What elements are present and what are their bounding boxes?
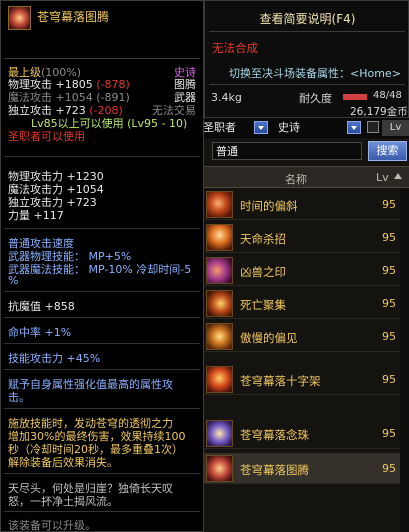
skill-attack: 技能攻击力 +45% (8, 352, 101, 365)
item-icon (206, 224, 233, 251)
rarity-select-value: 史诗 (278, 121, 300, 134)
item-icon (206, 455, 233, 482)
column-header-lv[interactable]: Lv (376, 171, 389, 184)
list-header: 名称 Lv (200, 166, 409, 188)
item-list-window: 圣职者 史诗 Lv 搜索 名称 Lv 时间的偏斜 95 天命杀招 95 凶兽之印… (200, 118, 409, 532)
skill-mag: 武器魔法技能： MP-10% 冷却时间-5 (8, 263, 192, 276)
item-icon (206, 323, 233, 350)
list-item[interactable]: 死亡聚集 95 (200, 288, 409, 319)
list-item-name: 苍穹幕落图腾 (240, 463, 309, 477)
divider (4, 291, 200, 292)
list-item-name: 死亡聚集 (240, 298, 286, 312)
list-item-lv: 95 (382, 264, 396, 277)
sort-arrow-icon[interactable] (394, 173, 402, 179)
column-header-name[interactable]: 名称 (285, 171, 307, 187)
divider (4, 58, 200, 59)
list-item-selected[interactable]: 苍穹幕落图腾 95 (200, 453, 409, 484)
divider (209, 31, 405, 32)
divider (4, 511, 200, 512)
list-item-name: 时间的偏斜 (240, 199, 298, 213)
lv-filter-toggle[interactable]: Lv (382, 120, 409, 136)
item-icon (206, 257, 233, 284)
filter-row: 圣职者 史诗 Lv (200, 118, 409, 138)
search-row: 搜索 (200, 140, 409, 162)
skill-mag-continued: % (8, 274, 19, 287)
enchant-desc-line1: 赋予自身属性强化值最高的属性攻 (8, 378, 173, 391)
pvp-stats-hint: 切换至决斗场装备属性：<Home> (229, 67, 401, 80)
search-input[interactable] (212, 142, 362, 160)
list-item-lv: 95 (382, 330, 396, 343)
list-item-name: 天命杀招 (240, 232, 286, 246)
item-tooltip: 苍穹幕落图腾 最上级(100%) 史诗 物理攻击 +1805 (-878) 图腾… (0, 0, 204, 532)
divider (4, 228, 200, 229)
list-item[interactable]: 天命杀招 95 (200, 222, 409, 253)
item-icon (206, 420, 233, 447)
list-item-name: 苍穹幕落十字架 (240, 374, 321, 388)
list-item[interactable]: 苍穹幕落十字架 95 (200, 364, 409, 395)
item-price: 26,179金币 (350, 106, 408, 118)
compare-tooltip: 查看简要说明(F4) 无法合成 切换至决斗场装备属性：<Home> 3.4kg … (204, 0, 409, 118)
class-requirement: 圣职者可以使用 (8, 130, 85, 143)
upgrade-note: 该装备可以升级。 (8, 519, 96, 532)
class-select-dropdown-icon[interactable] (254, 121, 268, 134)
search-button[interactable]: 搜索 (368, 141, 407, 161)
rarity-select-dropdown-icon[interactable] (347, 121, 361, 134)
list-item[interactable]: 苍穹幕落念珠 95 (200, 418, 409, 449)
flavor-line2: 怒，一抔净土揭风流。 (8, 495, 118, 508)
list-item[interactable]: 时间的偏斜 95 (200, 189, 409, 220)
durability-bar-fill (343, 94, 367, 100)
list-item[interactable]: 傲慢的偏见 95 (200, 321, 409, 352)
item-name: 苍穹幕落图腾 (37, 10, 110, 24)
divider (4, 473, 200, 474)
list-item[interactable]: 凶兽之印 95 (200, 255, 409, 286)
list-item-name: 苍穹幕落念珠 (240, 428, 309, 442)
lv-filter-checkbox[interactable] (367, 121, 379, 133)
divider (4, 317, 200, 318)
list-item-lv: 95 (382, 231, 396, 244)
stat-strength: 力量 +117 (8, 209, 64, 222)
list-item-lv: 95 (382, 198, 396, 211)
list-item-name: 傲慢的偏见 (240, 331, 298, 345)
brief-description-toggle[interactable]: 查看简要说明(F4) (205, 10, 409, 27)
enchant-desc-line2: 击。 (8, 391, 30, 404)
item-icon (8, 6, 31, 30)
list-item-lv: 95 (382, 297, 396, 310)
list-item-name: 凶兽之印 (240, 265, 286, 279)
class-select-value: 圣职者 (203, 121, 236, 134)
list-scrollbar[interactable] (400, 188, 409, 532)
list-item-lv: 95 (382, 427, 396, 440)
no-synthesis-label: 无法合成 (212, 41, 258, 55)
magic-resist: 抗魔值 +858 (8, 300, 75, 313)
list-item-lv: 95 (382, 462, 396, 475)
item-icon (206, 366, 233, 393)
divider (4, 343, 200, 344)
durability-bar (343, 94, 367, 100)
divider (4, 369, 200, 370)
list-item-lv: 95 (382, 373, 396, 386)
item-icon (206, 290, 233, 317)
item-icon (206, 191, 233, 218)
effect-line4: 解除装备后效果消失。 (8, 456, 118, 469)
durability-label: 耐久度 (299, 92, 332, 105)
divider (4, 408, 200, 409)
divider (209, 84, 405, 85)
durability-value: 48/48 (373, 90, 402, 101)
divider (4, 156, 200, 157)
item-weight: 3.4kg (211, 91, 242, 104)
hit-rate: 命中率 +1% (8, 326, 72, 339)
